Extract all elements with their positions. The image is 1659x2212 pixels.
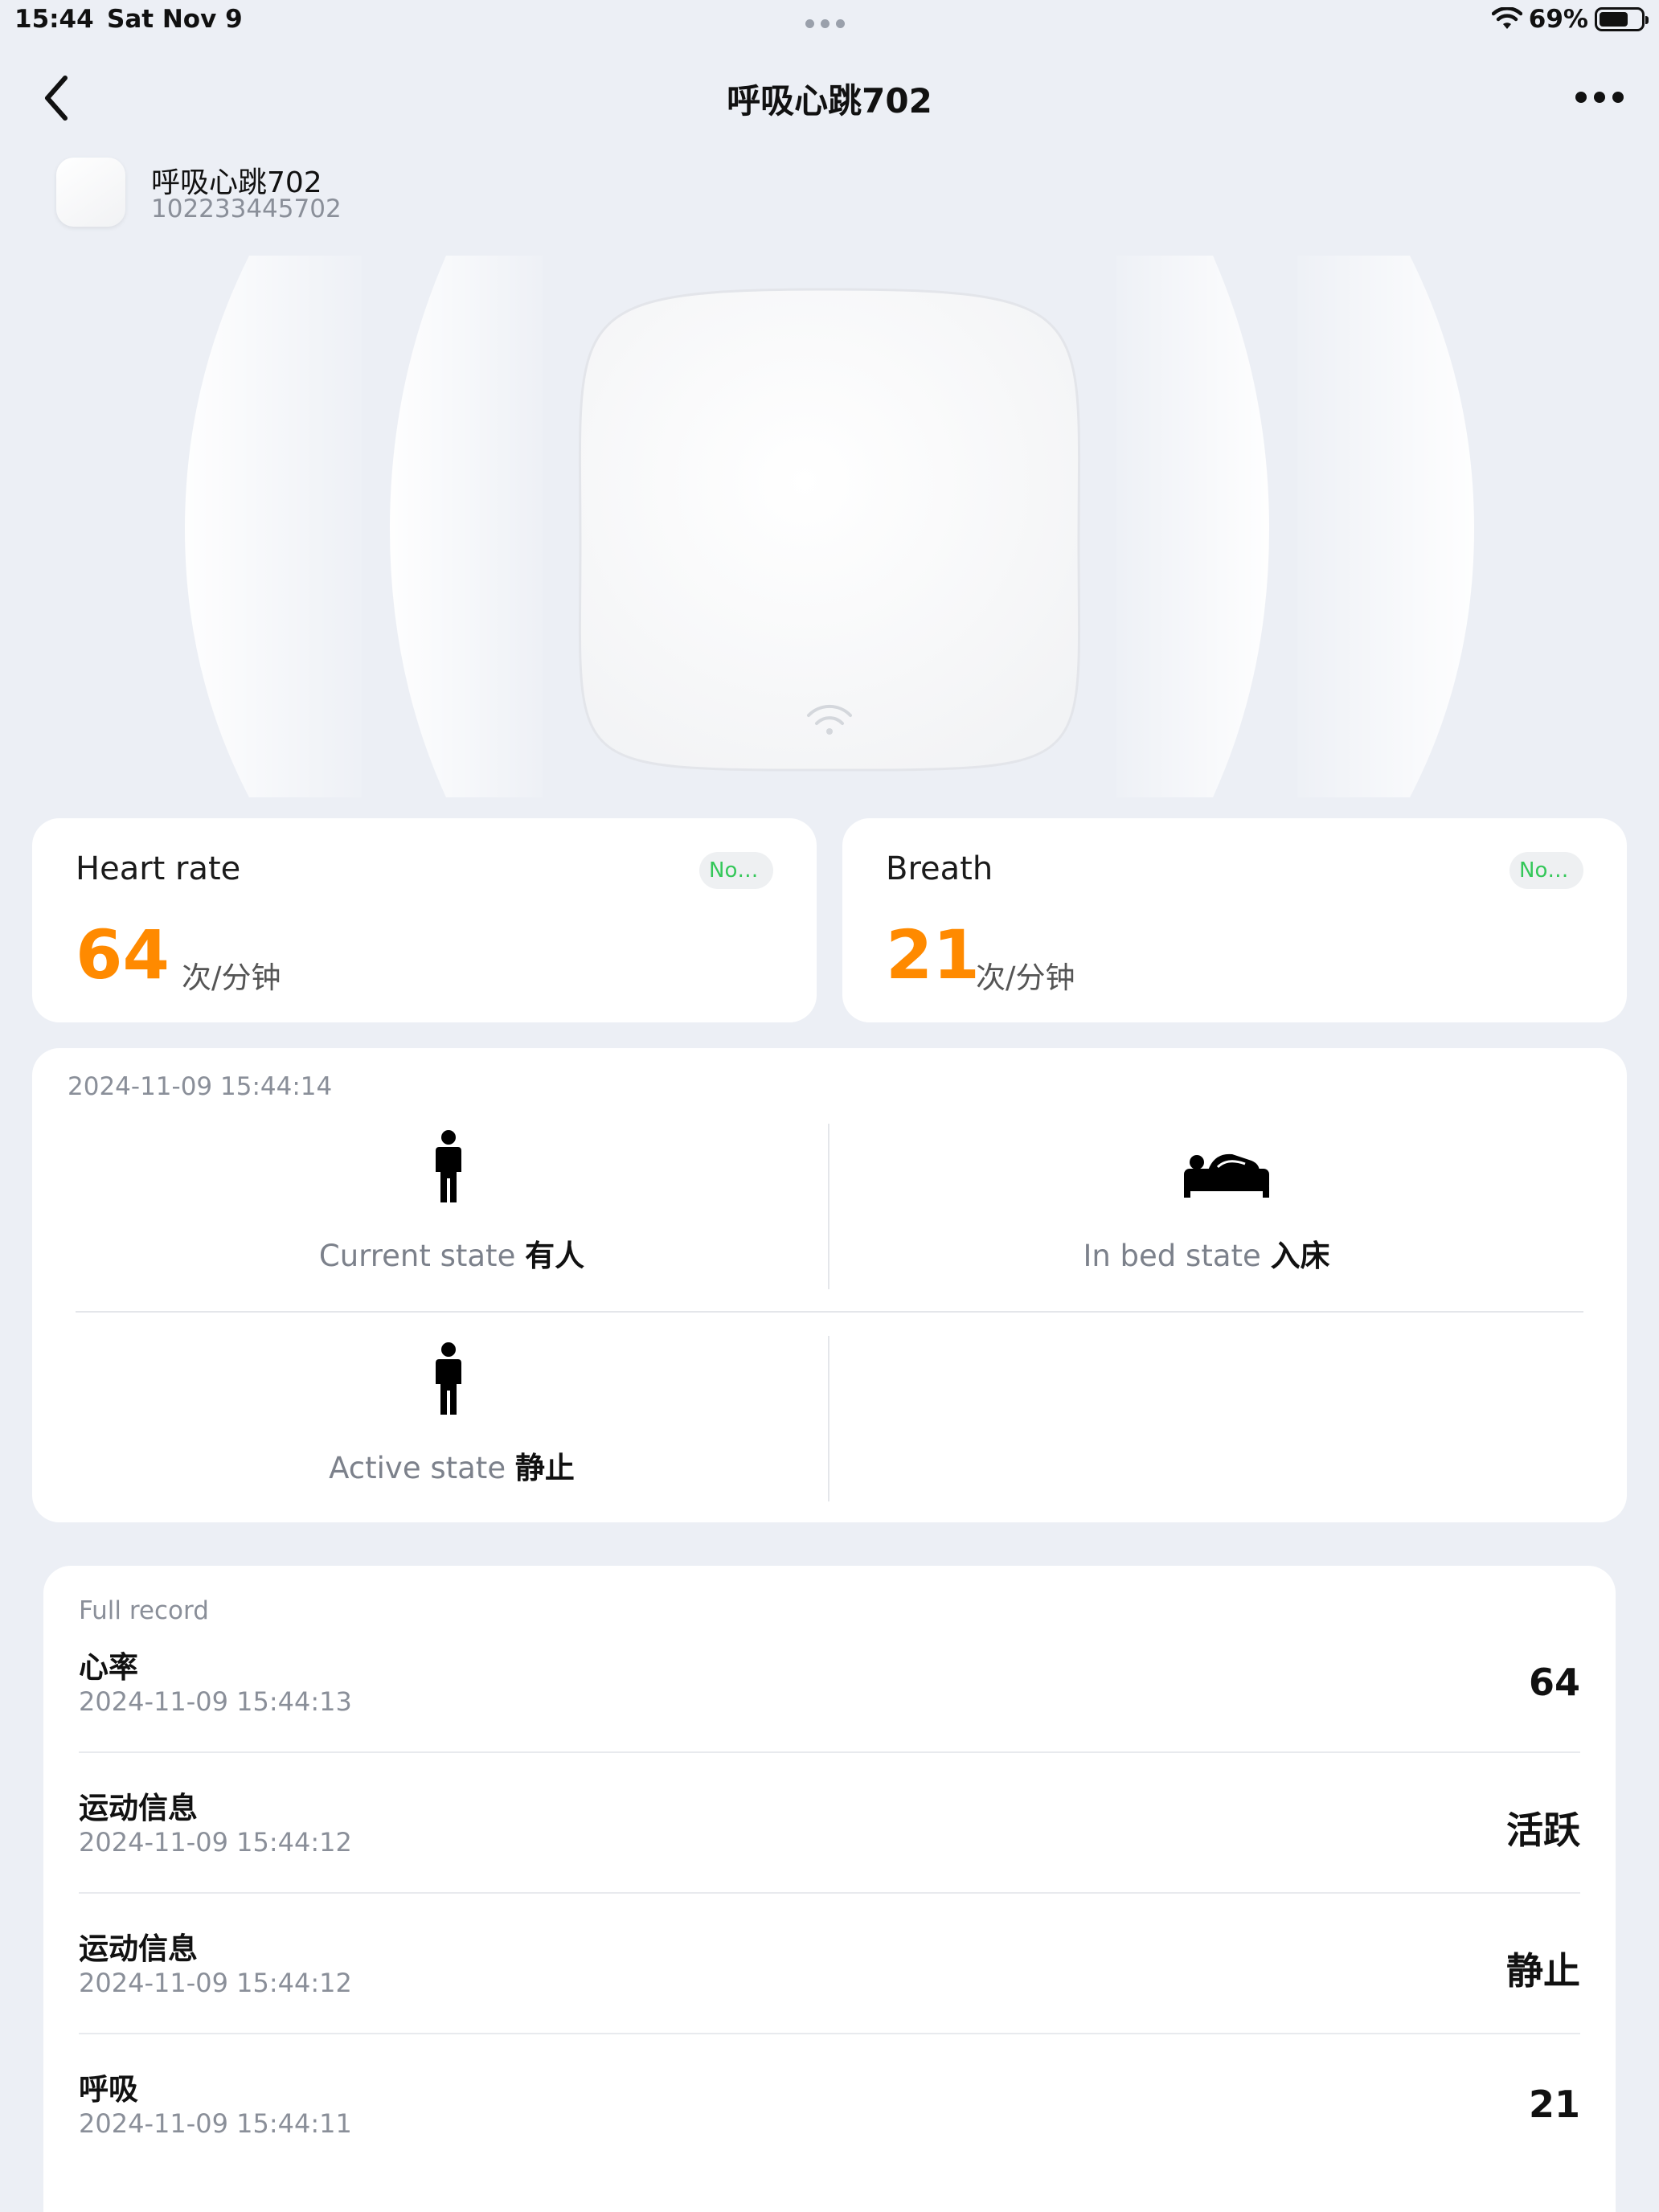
device-thumbnail bbox=[56, 158, 125, 227]
battery-percent: 69% bbox=[1528, 5, 1588, 34]
breath-card[interactable]: Breath Nor... 21 次/分钟 bbox=[842, 818, 1627, 1022]
record-value: 静止 bbox=[1506, 1949, 1580, 1993]
status-card: 2024-11-09 15:44:14 Current state 有人 In … bbox=[32, 1048, 1627, 1522]
person-in-bed-icon bbox=[1178, 1141, 1275, 1209]
active-state-label: Active state 静止 bbox=[76, 1444, 828, 1487]
wifi-icon bbox=[1491, 7, 1522, 29]
record-row[interactable]: 运动信息 2024-11-09 15:44:12 活跃 bbox=[79, 1753, 1580, 1894]
record-time: 2024-11-09 15:44:12 bbox=[79, 1827, 352, 1858]
record-name: 运动信息 bbox=[79, 1791, 198, 1825]
record-name: 运动信息 bbox=[79, 1931, 198, 1966]
heart-rate-unit: 次/分钟 bbox=[182, 961, 281, 995]
divider bbox=[828, 1336, 830, 1501]
multitasking-dots-icon[interactable] bbox=[805, 19, 845, 28]
in-bed-state-value: 入床 bbox=[1270, 1239, 1330, 1273]
full-record-card: Full record 心率 2024-11-09 15:44:13 64 运动… bbox=[43, 1566, 1616, 2212]
current-state-name: Current state bbox=[318, 1239, 516, 1273]
breath-value: 21 bbox=[886, 916, 980, 994]
record-value: 21 bbox=[1528, 2083, 1580, 2126]
heart-rate-value: 64 bbox=[76, 916, 170, 994]
breath-title: Breath bbox=[886, 850, 993, 887]
device-illustration bbox=[185, 256, 1474, 797]
record-time: 2024-11-09 15:44:12 bbox=[79, 1968, 352, 1998]
record-name: 呼吸 bbox=[79, 2072, 138, 2107]
heart-rate-title: Heart rate bbox=[76, 850, 241, 887]
status-indicators: 69% bbox=[1491, 5, 1649, 34]
divider bbox=[76, 1311, 1583, 1313]
record-row[interactable]: 呼吸 2024-11-09 15:44:11 21 bbox=[79, 2034, 1580, 2175]
current-state-value: 有人 bbox=[525, 1239, 585, 1273]
active-state-value: 静止 bbox=[514, 1451, 575, 1485]
device-id: 102233445702 bbox=[151, 195, 342, 223]
status-date: Sat Nov 9 bbox=[107, 5, 243, 34]
heart-rate-card[interactable]: Heart rate Nor... 64 次/分钟 bbox=[32, 818, 817, 1022]
status-badge: Nor... bbox=[699, 852, 773, 889]
record-value: 64 bbox=[1528, 1661, 1580, 1704]
status-timestamp: 2024-11-09 15:44:14 bbox=[68, 1072, 333, 1101]
record-row[interactable]: 心率 2024-11-09 15:44:13 64 bbox=[79, 1612, 1580, 1753]
record-time: 2024-11-09 15:44:11 bbox=[79, 2108, 352, 2139]
more-dot bbox=[1594, 92, 1605, 103]
person-standing-icon bbox=[408, 1127, 489, 1207]
record-time: 2024-11-09 15:44:13 bbox=[79, 1686, 352, 1717]
record-value: 活跃 bbox=[1506, 1809, 1580, 1852]
more-dot bbox=[1575, 92, 1587, 103]
in-bed-state-label: In bed state 入床 bbox=[830, 1231, 1583, 1275]
current-state-label: Current state 有人 bbox=[76, 1231, 828, 1275]
breath-unit: 次/分钟 bbox=[976, 961, 1075, 995]
page-title: 呼吸心跳702 bbox=[727, 81, 932, 121]
record-name: 心率 bbox=[79, 1650, 138, 1685]
record-row[interactable]: 运动信息 2024-11-09 15:44:12 静止 bbox=[79, 1894, 1580, 2034]
active-state-name: Active state bbox=[329, 1451, 506, 1485]
status-badge: Nor... bbox=[1509, 852, 1583, 889]
person-standing-icon bbox=[408, 1339, 489, 1419]
battery-icon bbox=[1595, 7, 1649, 31]
status-time: 15:44 bbox=[14, 5, 94, 34]
in-bed-state-name: In bed state bbox=[1083, 1239, 1261, 1273]
more-options-button[interactable] bbox=[1567, 80, 1632, 114]
status-bar: 15:44 Sat Nov 9 69% bbox=[0, 0, 1659, 45]
more-dot bbox=[1612, 92, 1624, 103]
